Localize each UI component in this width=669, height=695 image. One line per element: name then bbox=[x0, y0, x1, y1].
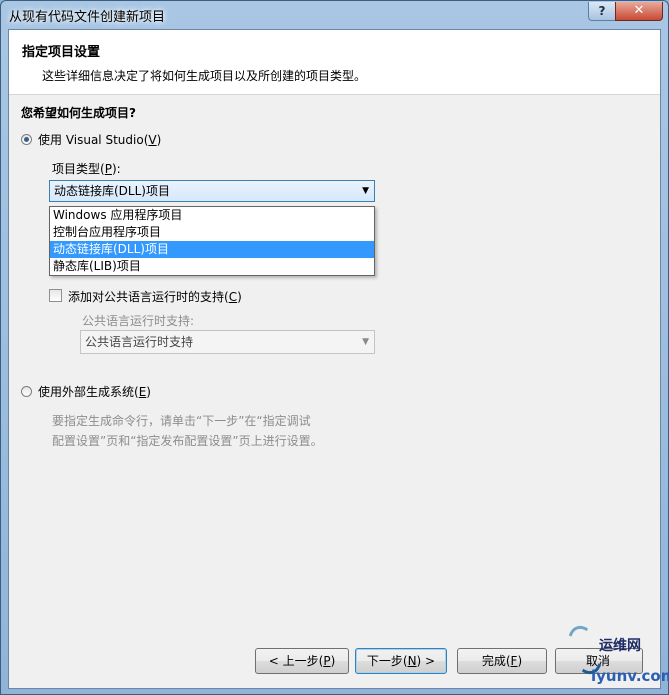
chevron-down-icon: ▼ bbox=[362, 186, 369, 196]
project-type-label-text: 项目类型 bbox=[52, 162, 101, 176]
clr-support-label[interactable]: 添加对公共语言运行时的支持(C) bbox=[68, 288, 242, 305]
chevron-down-icon: ▼ bbox=[362, 337, 369, 347]
use-visual-studio-accel: V bbox=[148, 133, 157, 147]
help-button[interactable]: ? bbox=[588, 2, 616, 21]
window-title: 从现有代码文件创建新项目 bbox=[9, 10, 166, 25]
next-button-accel: N bbox=[407, 654, 417, 668]
title-bar[interactable]: 从现有代码文件创建新项目 ? ✕ bbox=[1, 1, 668, 29]
project-type-selected: 动态链接库(DLL)项目 bbox=[54, 184, 170, 198]
clr-support-combo[interactable]: 公共语言运行时支持 ▼ bbox=[80, 330, 375, 354]
back-button[interactable]: < 上一步(P) bbox=[255, 648, 349, 674]
clr-support-accel: C bbox=[228, 290, 238, 304]
project-type-dropdown: Windows 应用程序项目 控制台应用程序项目 动态链接库(DLL)项目 静态… bbox=[49, 206, 375, 276]
dropdown-item-lib[interactable]: 静态库(LIB)项目 bbox=[50, 258, 374, 275]
clr-support-checkbox[interactable] bbox=[49, 289, 62, 302]
dropdown-item-windows-app[interactable]: Windows 应用程序项目 bbox=[50, 207, 374, 224]
project-type-combo[interactable]: 动态链接库(DLL)项目 ▼ bbox=[49, 180, 375, 202]
finish-button-pre: 完成( bbox=[481, 654, 511, 668]
close-button[interactable]: ✕ bbox=[615, 2, 663, 21]
clr-sub-label: 公共语言运行时支持: bbox=[82, 314, 195, 328]
back-button-pre: < 上一步( bbox=[268, 654, 324, 668]
build-question: 您希望如何生成项目? bbox=[21, 106, 136, 120]
clr-support-value: 公共语言运行时支持 bbox=[85, 335, 194, 349]
finish-button[interactable]: 完成(F) bbox=[457, 648, 547, 674]
external-build-desc-2: 配置设置”页和“指定发布配置设置”页上进行设置。 bbox=[52, 434, 323, 448]
dropdown-item-console-app[interactable]: 控制台应用程序项目 bbox=[50, 224, 374, 241]
back-button-accel: P bbox=[323, 654, 331, 668]
use-visual-studio-radio[interactable] bbox=[21, 134, 32, 145]
external-build-text: 使用外部生成系统 bbox=[38, 385, 135, 399]
page-title: 指定项目设置 bbox=[22, 45, 101, 60]
site-watermark: 运维网 iyunv.com bbox=[561, 615, 669, 693]
use-visual-studio-label[interactable]: 使用 Visual Studio(V) bbox=[38, 131, 161, 148]
project-type-label: 项目类型(P): bbox=[52, 162, 121, 176]
use-visual-studio-text: 使用 Visual Studio bbox=[38, 133, 144, 147]
external-build-radio[interactable] bbox=[21, 386, 32, 397]
dialog-window: 从现有代码文件创建新项目 ? ✕ 指定项目设置 这些详细信息决定了将如何生成项目… bbox=[0, 0, 669, 695]
dropdown-item-dll[interactable]: 动态链接库(DLL)项目 bbox=[50, 241, 374, 258]
wizard-header: 指定项目设置 这些详细信息决定了将如何生成项目以及所创建的项目类型。 bbox=[9, 30, 660, 95]
back-button-post: ) bbox=[330, 654, 336, 668]
watermark-line2: iyunv.com bbox=[591, 667, 669, 685]
next-button-pre: 下一步( bbox=[366, 654, 408, 668]
clr-support-text: 添加对公共语言运行时的支持 bbox=[68, 290, 225, 304]
external-build-accel: E bbox=[138, 385, 147, 399]
next-button-post: ) > bbox=[416, 654, 436, 668]
finish-button-post: ) bbox=[517, 654, 523, 668]
wizard-client-area: 指定项目设置 这些详细信息决定了将如何生成项目以及所创建的项目类型。 您希望如何… bbox=[8, 29, 661, 689]
external-build-label[interactable]: 使用外部生成系统(E) bbox=[38, 383, 151, 400]
watermark-line1: 运维网 bbox=[599, 638, 641, 654]
project-type-accel: P bbox=[104, 162, 112, 176]
next-button[interactable]: 下一步(N) > bbox=[355, 648, 447, 674]
external-build-desc-1: 要指定生成命令行，请单击“下一步”在“指定调试 bbox=[52, 414, 311, 428]
page-description: 这些详细信息决定了将如何生成项目以及所创建的项目类型。 bbox=[42, 69, 367, 83]
